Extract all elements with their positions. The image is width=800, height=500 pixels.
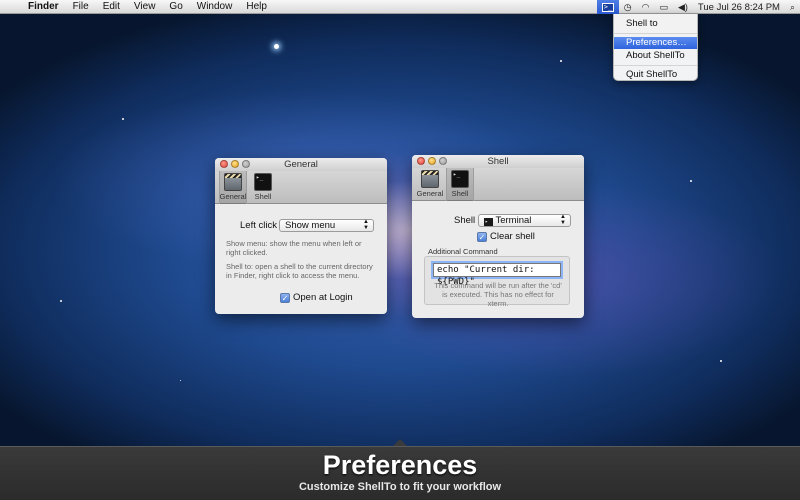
shellto-status-item[interactable]: >_ (596, 0, 619, 14)
banner-notch (393, 439, 407, 446)
banner-subtitle: Customize ShellTo to fit your workflow (298, 481, 502, 493)
terminal-icon: >_ (601, 2, 614, 12)
menu-go[interactable]: Go (162, 0, 189, 14)
clear-shell-label: Clear shell (490, 231, 535, 242)
status-area: >_ ◷ ◠ ▭ ◀) Tue Jul 26 8:24 PM ⌕ (596, 0, 800, 14)
checkmark-icon: ✓ (280, 293, 290, 303)
menu-window[interactable]: Window (190, 0, 240, 14)
spotlight-search-icon[interactable]: ⌕ (785, 0, 800, 14)
checkmark-icon: ✓ (477, 232, 487, 242)
window-controls (220, 160, 250, 168)
close-button[interactable] (417, 157, 425, 165)
terminal-icon: ▸_ (254, 173, 272, 191)
tab-shell[interactable]: ▸_ Shell (249, 171, 277, 204)
general-settings-icon (224, 173, 242, 191)
menu-item-quit[interactable]: Quit ShellTo (614, 69, 697, 81)
general-settings-icon (421, 170, 439, 188)
left-click-label: Left click (240, 220, 277, 231)
open-at-login-label: Open at Login (293, 292, 353, 303)
menu-edit[interactable]: Edit (96, 0, 127, 14)
shellto-dropdown-menu: Shell to Preferences… About ShellTo Quit… (613, 14, 698, 81)
zoom-button[interactable] (242, 160, 250, 168)
star (60, 300, 62, 302)
terminal-icon: ▸ (484, 218, 493, 226)
battery-icon[interactable]: ▭ (654, 0, 673, 14)
window-controls (417, 157, 447, 165)
tab-label: General (416, 189, 444, 198)
shell-preferences-window: Shell General ▸_ Shell Shell ▸ Terminal … (412, 155, 584, 318)
help-show-menu: Show menu: show the menu when left or ri… (226, 239, 362, 257)
additional-command-label: Additional Command (428, 247, 498, 256)
star (180, 380, 181, 381)
menu-separator (614, 33, 697, 34)
open-at-login-checkbox[interactable]: ✓ Open at Login (280, 292, 353, 303)
menu-item-shell-to[interactable]: Shell to (614, 18, 697, 30)
terminal-icon: ▸_ (451, 170, 469, 188)
tab-general[interactable]: General (219, 171, 247, 204)
window-title: General (284, 159, 318, 170)
window-titlebar[interactable]: General (215, 158, 387, 171)
additional-command-input[interactable]: echo "Current dir: ${PWD}" (433, 263, 561, 287)
star (122, 118, 124, 120)
wifi-icon[interactable]: ◠ (637, 0, 655, 14)
shell-content: Shell ▸ Terminal ▲ ▼ ✓ Clear shell Additio… (412, 201, 584, 317)
left-click-select[interactable]: Show menu ▲ ▼ (279, 219, 374, 232)
menu-app-name[interactable]: Finder (24, 0, 66, 14)
general-preferences-window: General General ▸_ Shell Left click Show… (215, 158, 387, 314)
left-click-value: Show menu (285, 220, 336, 231)
shell-label: Shell (454, 215, 476, 226)
popup-arrows-icon: ▲ ▼ (363, 219, 369, 231)
star (690, 180, 692, 182)
close-button[interactable] (220, 160, 228, 168)
volume-icon[interactable]: ◀) (673, 0, 693, 14)
shell-select[interactable]: ▸ Terminal ▲ ▼ (478, 214, 571, 227)
popup-arrows-icon: ▲ ▼ (560, 214, 566, 226)
menu-item-preferences[interactable]: Preferences… (614, 37, 697, 49)
tab-label: Shell (254, 192, 272, 201)
preferences-toolbar: General ▸_ Shell (412, 168, 584, 201)
minimize-button[interactable] (428, 157, 436, 165)
window-titlebar[interactable]: Shell (412, 155, 584, 168)
window-title: Shell (487, 156, 509, 167)
tab-label: Shell (451, 189, 469, 198)
menu-separator (614, 65, 697, 66)
preferences-toolbar: General ▸_ Shell (215, 171, 387, 204)
menu-file[interactable]: File (66, 0, 96, 14)
tab-label: General (219, 192, 247, 201)
shell-value: Terminal (495, 215, 532, 226)
caption-banner: Preferences Customize ShellTo to fit you… (0, 446, 800, 500)
tab-shell[interactable]: ▸_ Shell (446, 168, 474, 201)
clock-datetime[interactable]: Tue Jul 26 8:24 PM (693, 0, 785, 14)
menu-item-about[interactable]: About ShellTo (614, 50, 697, 62)
help-shell-to: Shell to: open a shell to the current di… (226, 262, 373, 280)
star (274, 44, 279, 49)
time-machine-icon[interactable]: ◷ (619, 0, 637, 14)
star (720, 360, 722, 362)
clear-shell-checkbox[interactable]: ✓ Clear shell (477, 231, 535, 242)
banner-title: Preferences (322, 450, 478, 480)
menu-view[interactable]: View (127, 0, 163, 14)
star (560, 60, 562, 62)
tab-general[interactable]: General (416, 168, 444, 201)
zoom-button[interactable] (439, 157, 447, 165)
menu-help[interactable]: Help (239, 0, 274, 14)
minimize-button[interactable] (231, 160, 239, 168)
command-help-text: This command will be run after the 'cd' … (434, 281, 562, 308)
menu-bar: Finder File Edit View Go Window Help >_ … (0, 0, 800, 14)
general-content: Left click Show menu ▲ ▼ Show menu: show … (215, 204, 387, 313)
